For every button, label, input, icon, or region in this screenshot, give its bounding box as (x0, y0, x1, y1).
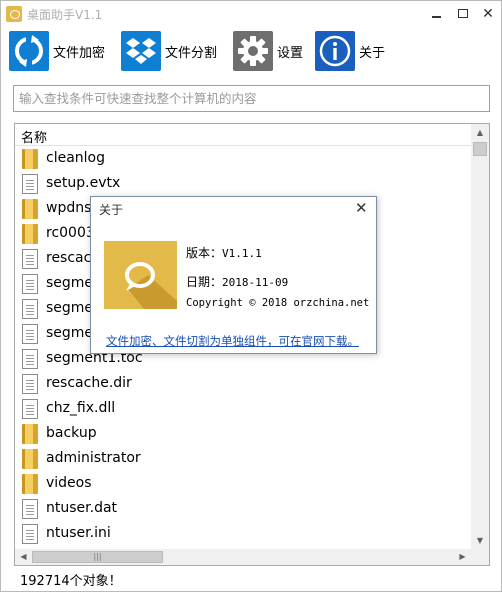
list-item-name: wpdns (46, 200, 92, 216)
list-item-name: ntuser.dat (46, 500, 118, 516)
file-icon (22, 349, 38, 369)
list-item[interactable]: rescache.dir (15, 371, 471, 396)
column-header-name[interactable]: 名称 (15, 124, 471, 146)
folder-icon (22, 449, 38, 469)
folder-icon (22, 199, 38, 219)
file-icon (22, 524, 38, 544)
copyright-text: Copyright © 2018 orzchina.net (186, 297, 370, 309)
version-info: 版本：V1.1.1 (186, 244, 262, 261)
horizontal-scrollbar[interactable]: ◀ ||| ▶ (15, 549, 471, 565)
main-window: 桌面助手V1.1 ✕ 文件加密 文件分割 设置 关于 输入查找条件可快速查找整个… (0, 0, 502, 592)
close-button[interactable]: ✕ (478, 5, 498, 23)
horizontal-scroll-thumb[interactable]: ||| (32, 551, 163, 563)
title-bar[interactable]: 桌面助手V1.1 ✕ (1, 1, 501, 29)
dialog-close-icon[interactable]: ✕ (355, 199, 368, 217)
status-text: 192714个对象！ (20, 574, 122, 589)
file-encrypt-label: 文件加密 (53, 45, 106, 61)
list-item-name: chz_fix.dll (46, 400, 116, 416)
date-info: 日期：2018-11-09 (186, 273, 288, 290)
folder-icon (22, 224, 38, 244)
vertical-scrollbar[interactable]: ▲ ▼ (471, 124, 489, 549)
list-item-name: ntuser.ini (46, 525, 111, 541)
scrollbar-corner (471, 549, 489, 565)
scroll-right-icon[interactable]: ▶ (454, 549, 471, 565)
version-value: V1.1.1 (222, 247, 262, 260)
maximize-button[interactable] (453, 5, 473, 23)
list-item-name: videos (46, 475, 92, 491)
scroll-left-icon[interactable]: ◀ (15, 549, 32, 565)
file-split-button[interactable]: 文件分割 (121, 31, 217, 71)
about-dialog-title: 关于 (99, 203, 124, 217)
list-item[interactable]: setup.evtx (15, 171, 471, 196)
list-item-name: setup.evtx (46, 175, 121, 191)
refresh-sync-icon (9, 31, 49, 71)
search-input[interactable] (13, 85, 490, 112)
list-item[interactable]: chz_fix.dll (15, 396, 471, 421)
file-icon (22, 274, 38, 294)
list-item[interactable]: backup (15, 421, 471, 446)
list-item-name: backup (46, 425, 97, 441)
column-header-label: 名称 (21, 131, 48, 146)
file-icon (22, 374, 38, 394)
list-item-name: segme (46, 300, 94, 316)
close-icon: ✕ (482, 6, 494, 22)
minimize-button[interactable] (427, 5, 447, 23)
file-icon (22, 249, 38, 269)
list-item-name: rc0003 (46, 225, 95, 241)
folder-icon (22, 424, 38, 444)
vertical-scroll-thumb[interactable] (473, 142, 487, 156)
list-item-name: administrator (46, 450, 141, 466)
file-encrypt-button[interactable]: 文件加密 (9, 31, 105, 71)
list-item[interactable]: videos (15, 471, 471, 496)
scroll-down-icon[interactable]: ▼ (471, 532, 489, 549)
folder-icon (22, 474, 38, 494)
list-item-name: cleanlog (46, 150, 105, 166)
folder-icon (22, 149, 38, 169)
list-item-name: segme (46, 325, 94, 341)
date-label: 日期： (186, 275, 223, 289)
window-title: 桌面助手V1.1 (27, 8, 103, 22)
about-button[interactable]: 关于 (315, 31, 385, 71)
app-logo-large-icon (104, 241, 177, 309)
about-dialog: 关于 ✕ 版本：V1.1.1 日期：2018-11-09 Copyright ©… (90, 196, 377, 354)
settings-label: 设置 (277, 45, 304, 61)
list-item[interactable]: ntuser.dat (15, 496, 471, 521)
scroll-up-icon[interactable]: ▲ (471, 124, 489, 141)
dropbox-icon (121, 31, 161, 71)
file-split-label: 文件分割 (165, 45, 218, 61)
about-label: 关于 (359, 45, 386, 61)
list-item[interactable]: ntuser.ini (15, 521, 471, 546)
file-icon (22, 174, 38, 194)
file-icon (22, 399, 38, 419)
list-item[interactable]: administrator (15, 446, 471, 471)
toolbar: 文件加密 文件分割 设置 关于 (1, 29, 501, 75)
settings-button[interactable]: 设置 (233, 31, 303, 71)
file-icon (22, 499, 38, 519)
gear-icon (233, 31, 273, 71)
list-item-name: rescache.dir (46, 375, 132, 391)
minimize-icon (432, 16, 441, 18)
app-logo-icon (6, 6, 22, 22)
list-item-name: segme (46, 275, 94, 291)
info-icon (315, 31, 355, 71)
version-label: 版本： (186, 246, 223, 260)
file-icon (22, 324, 38, 344)
download-link[interactable]: 文件加密、文件切割为单独组件，可在官网下载。 (106, 333, 359, 349)
maximize-icon (458, 9, 468, 18)
list-item[interactable]: cleanlog (15, 146, 471, 171)
file-icon (22, 299, 38, 319)
date-value: 2018-11-09 (222, 276, 289, 289)
